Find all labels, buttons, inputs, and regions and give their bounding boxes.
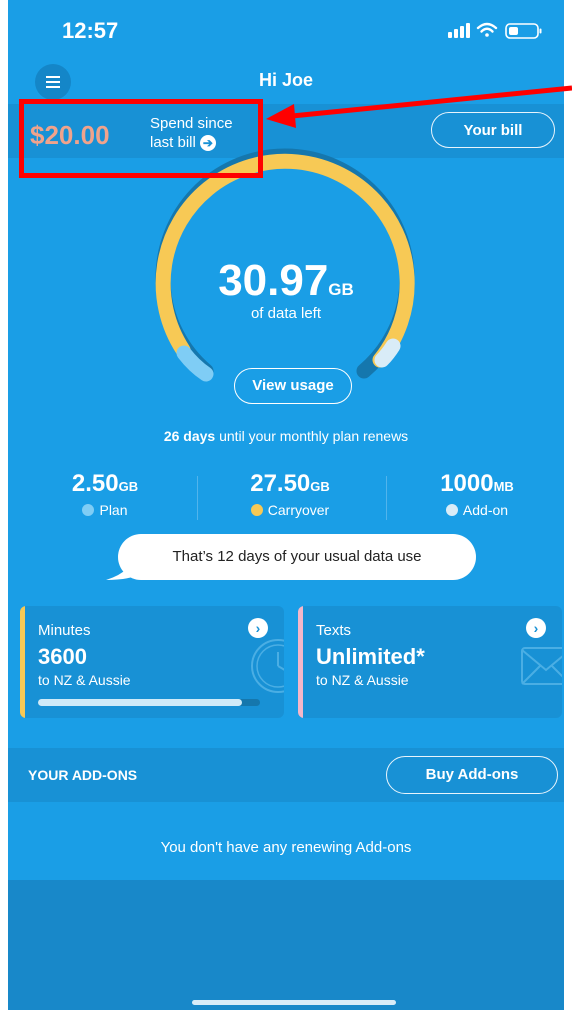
texts-label: Texts: [316, 622, 352, 639]
minutes-card[interactable]: Minutes 3600 to NZ & Aussie ›: [20, 606, 284, 718]
addons-heading: YOUR ADD-ONS: [28, 767, 138, 783]
minutes-label: Minutes: [38, 622, 91, 639]
home-indicator[interactable]: [192, 1000, 396, 1005]
annotation-arrow: [266, 85, 572, 128]
addons-header: YOUR ADD-ONS Buy Add-ons: [8, 748, 564, 802]
no-addons-message: You don't have any renewing Add-ons: [8, 802, 564, 880]
texts-subtitle: to NZ & Aussie: [316, 672, 409, 688]
chevron-right-icon: ›: [526, 618, 546, 638]
lower-panel: [8, 880, 564, 1010]
buy-addons-button[interactable]: Buy Add-ons: [386, 756, 558, 794]
minutes-subtitle: to NZ & Aussie: [38, 672, 131, 688]
usage-tip-bubble: That’s 12 days of your usual data use: [118, 534, 476, 580]
clock-icon: [251, 639, 284, 693]
texts-value: Unlimited*: [316, 644, 425, 669]
envelope-icon: [521, 647, 562, 685]
minutes-progress-fill: [38, 699, 243, 706]
minutes-progress-bar: [38, 699, 260, 706]
minutes-value: 3600: [38, 644, 87, 669]
chevron-right-icon: ›: [248, 618, 268, 638]
texts-accent-bar: [298, 606, 303, 718]
minutes-accent-bar: [20, 606, 25, 718]
texts-card[interactable]: Texts Unlimited* to NZ & Aussie ›: [298, 606, 562, 718]
